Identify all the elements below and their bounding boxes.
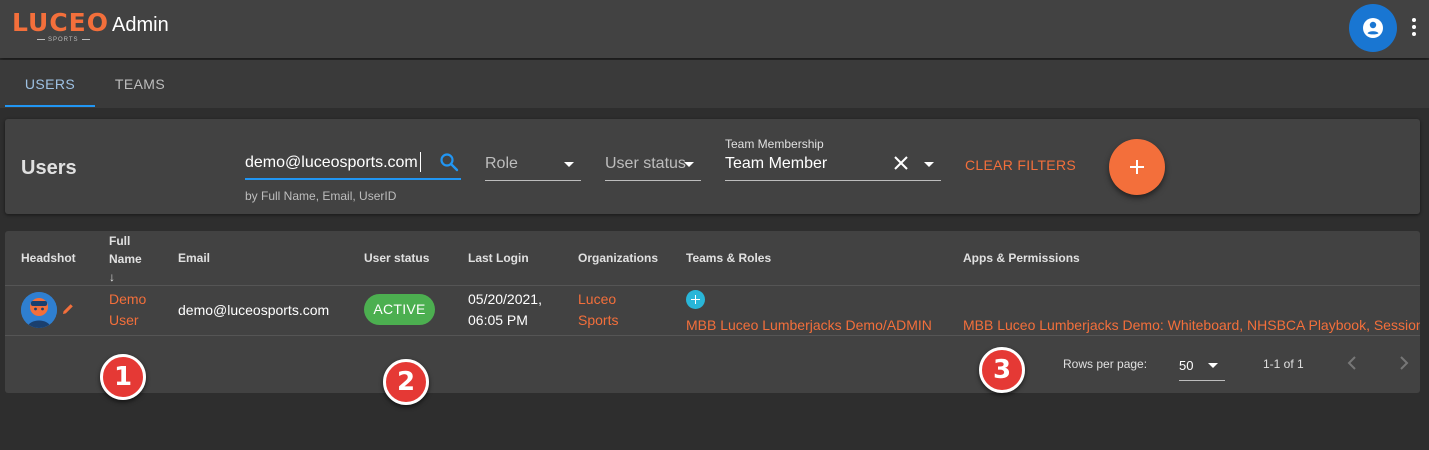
logo-wordmark: LUCEO: [12, 8, 110, 37]
close-icon[interactable]: [893, 155, 909, 171]
header-apps-permissions[interactable]: Apps & Permissions: [963, 249, 1080, 267]
avatar[interactable]: [21, 292, 57, 328]
apps-permissions-link[interactable]: MBB Luceo Lumberjacks Demo: Whiteboard, …: [963, 315, 1420, 336]
header-user-status[interactable]: User status: [364, 249, 429, 267]
chevron-right-icon[interactable]: [1395, 355, 1411, 371]
search-helper-text: by Full Name, Email, UserID: [245, 189, 397, 203]
active-tab-indicator: [5, 105, 95, 107]
header-organizations[interactable]: Organizations: [578, 249, 658, 267]
rows-per-page-label: Rows per page:: [1063, 357, 1148, 371]
rows-per-page-select[interactable]: 50: [1179, 351, 1225, 381]
chevron-down-icon: [1208, 363, 1218, 368]
organization-name-line2[interactable]: Sports: [578, 310, 618, 331]
rows-per-page-value: 50: [1179, 358, 1194, 373]
logo-subtext: SPORTS: [34, 37, 93, 43]
filter-panel: Users demo@luceosports.com by Full Name,…: [5, 119, 1420, 214]
organization-name-line1[interactable]: Luceo: [578, 289, 618, 310]
team-membership-value: Team Member: [725, 155, 828, 172]
header-full-name[interactable]: Full Name ↓: [109, 232, 142, 286]
header-teams-roles[interactable]: Teams & Roles: [686, 249, 771, 267]
chevron-down-icon: [564, 162, 574, 167]
chevron-down-icon: [684, 162, 694, 167]
more-vert-icon[interactable]: [1404, 16, 1424, 40]
clear-filters-button[interactable]: CLEAR FILTERS: [965, 157, 1076, 173]
callout-marker-2: 2: [383, 359, 429, 405]
app-title: Admin: [112, 14, 169, 36]
callout-marker-1: 1: [100, 354, 146, 400]
team-role-link[interactable]: MBB Luceo Lumberjacks Demo/ADMIN: [686, 315, 932, 336]
app-bar: LUCEO SPORTS Admin: [0, 0, 1429, 58]
last-login-date: 05/20/2021,: [468, 291, 542, 307]
headshot-image: [21, 292, 57, 328]
organization-link[interactable]: Luceo Sports: [578, 289, 618, 331]
user-full-name-link[interactable]: Demo User: [109, 289, 146, 331]
luceo-logo[interactable]: LUCEO SPORTS: [12, 8, 108, 48]
header-full-name-line1: Full: [109, 234, 131, 248]
chevron-left-icon[interactable]: [1345, 355, 1361, 371]
header-full-name-line2: Name: [109, 252, 142, 266]
search-input-value[interactable]: demo@luceosports.com: [245, 154, 418, 172]
header-last-login[interactable]: Last Login: [468, 249, 529, 267]
row-divider: [5, 335, 1420, 336]
chevron-down-icon: [924, 162, 934, 167]
add-user-button[interactable]: [1109, 139, 1165, 195]
tab-users[interactable]: USERS: [5, 60, 95, 108]
user-status-select[interactable]: User status: [605, 149, 701, 181]
pagination-range: 1-1 of 1: [1263, 357, 1304, 371]
status-badge: ACTIVE: [364, 294, 435, 325]
edit-pencil-icon[interactable]: [61, 302, 75, 316]
header-divider: [5, 285, 1420, 286]
users-table: Headshot Full Name ↓ Email User status L…: [5, 231, 1420, 393]
header-headshot: Headshot: [21, 251, 76, 265]
tab-teams[interactable]: TEAMS: [95, 60, 185, 108]
user-first-name[interactable]: Demo: [109, 289, 146, 310]
header-email[interactable]: Email: [178, 249, 210, 267]
team-membership-select[interactable]: Team Member: [725, 149, 941, 181]
sort-arrow-icon[interactable]: ↓: [109, 268, 142, 286]
role-select[interactable]: Role: [485, 149, 581, 181]
user-email: demo@luceosports.com: [178, 302, 330, 318]
search-input[interactable]: demo@luceosports.com: [245, 149, 461, 180]
role-select-placeholder: Role: [485, 155, 518, 172]
search-icon[interactable]: [439, 152, 459, 172]
callout-marker-3: 3: [979, 347, 1025, 393]
account-circle-icon: [1363, 18, 1383, 38]
last-login-time: 06:05 PM: [468, 312, 528, 328]
add-team-role-button[interactable]: [686, 290, 705, 309]
page-title: Users: [21, 157, 77, 179]
last-login: 05/20/2021, 06:05 PM: [468, 289, 542, 331]
user-status-select-placeholder: User status: [605, 155, 686, 172]
tab-bar: USERS TEAMS: [0, 60, 1429, 108]
user-last-name[interactable]: User: [109, 310, 146, 331]
account-button[interactable]: [1349, 4, 1397, 52]
text-cursor: [420, 152, 421, 172]
